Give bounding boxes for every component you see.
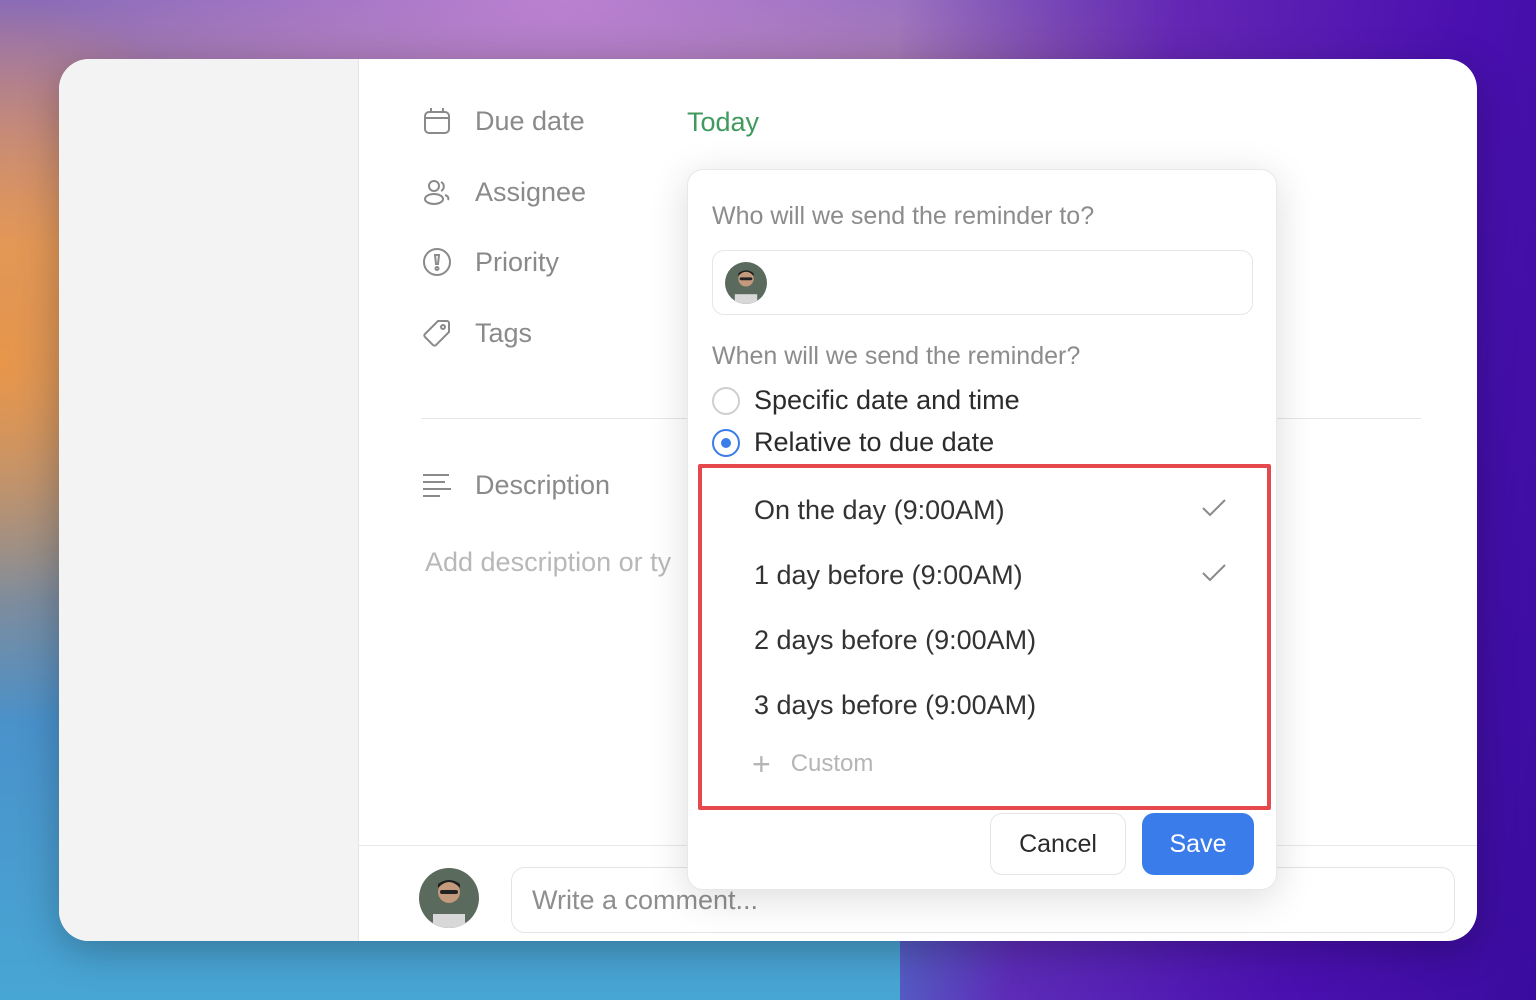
recipient-question: Who will we send the reminder to? xyxy=(712,202,1095,230)
property-tags[interactable]: Tags xyxy=(421,313,532,353)
calendar-icon xyxy=(421,105,453,137)
option-on-the-day[interactable]: On the day (9:00AM) xyxy=(754,490,1227,530)
sidebar xyxy=(59,59,359,941)
recipient-field[interactable] xyxy=(712,250,1253,315)
radio-label: Specific date and time xyxy=(754,385,1020,415)
option-3-days-before[interactable]: 3 days before (9:00AM) xyxy=(754,685,1227,725)
property-description: Description xyxy=(421,465,610,505)
radio-button-unchecked[interactable] xyxy=(712,386,740,415)
radio-button-checked[interactable] xyxy=(712,428,740,457)
description-input[interactable]: Add description or ty xyxy=(425,547,671,578)
priority-icon xyxy=(421,246,453,278)
users-icon xyxy=(421,176,453,208)
timing-question: When will we send the reminder? xyxy=(712,342,1081,370)
tag-icon xyxy=(421,317,453,349)
description-label: Description xyxy=(475,469,611,500)
option-2-days-before[interactable]: 2 days before (9:00AM) xyxy=(754,620,1227,660)
option-label: 2 days before (9:00AM) xyxy=(754,624,1037,655)
option-label: 1 day before (9:00AM) xyxy=(754,559,1023,590)
reminder-popup: Who will we send the reminder to? When w… xyxy=(687,169,1277,890)
radio-relative-due-date[interactable]: Relative to due date xyxy=(712,427,994,458)
property-due-date[interactable]: Due date xyxy=(421,101,585,141)
plus-icon: + xyxy=(752,746,771,782)
radio-label: Relative to due date xyxy=(754,427,995,457)
option-label: 3 days before (9:00AM) xyxy=(754,689,1037,720)
assignee-label: Assignee xyxy=(475,176,587,207)
tags-label: Tags xyxy=(475,317,533,348)
relative-options-list: On the day (9:00AM) 1 day before (9:00AM… xyxy=(698,464,1271,810)
property-priority[interactable]: Priority xyxy=(421,242,559,282)
custom-label: Custom xyxy=(790,750,874,777)
property-assignee[interactable]: Assignee xyxy=(421,172,586,212)
recipient-avatar[interactable] xyxy=(725,262,767,304)
priority-label: Priority xyxy=(475,246,560,277)
add-custom-button[interactable]: + Custom xyxy=(752,748,873,780)
option-1-day-before[interactable]: 1 day before (9:00AM) xyxy=(754,555,1227,595)
text-align-icon xyxy=(421,469,453,501)
due-date-label: Due date xyxy=(475,105,585,136)
check-icon xyxy=(1201,498,1227,523)
due-date-value[interactable]: Today xyxy=(687,107,759,138)
save-button[interactable]: Save xyxy=(1142,813,1254,875)
cancel-button[interactable]: Cancel xyxy=(990,813,1126,875)
check-icon xyxy=(1201,563,1227,588)
radio-specific-date[interactable]: Specific date and time xyxy=(712,385,1020,416)
option-label: On the day (9:00AM) xyxy=(754,494,1005,525)
user-avatar xyxy=(419,868,479,928)
